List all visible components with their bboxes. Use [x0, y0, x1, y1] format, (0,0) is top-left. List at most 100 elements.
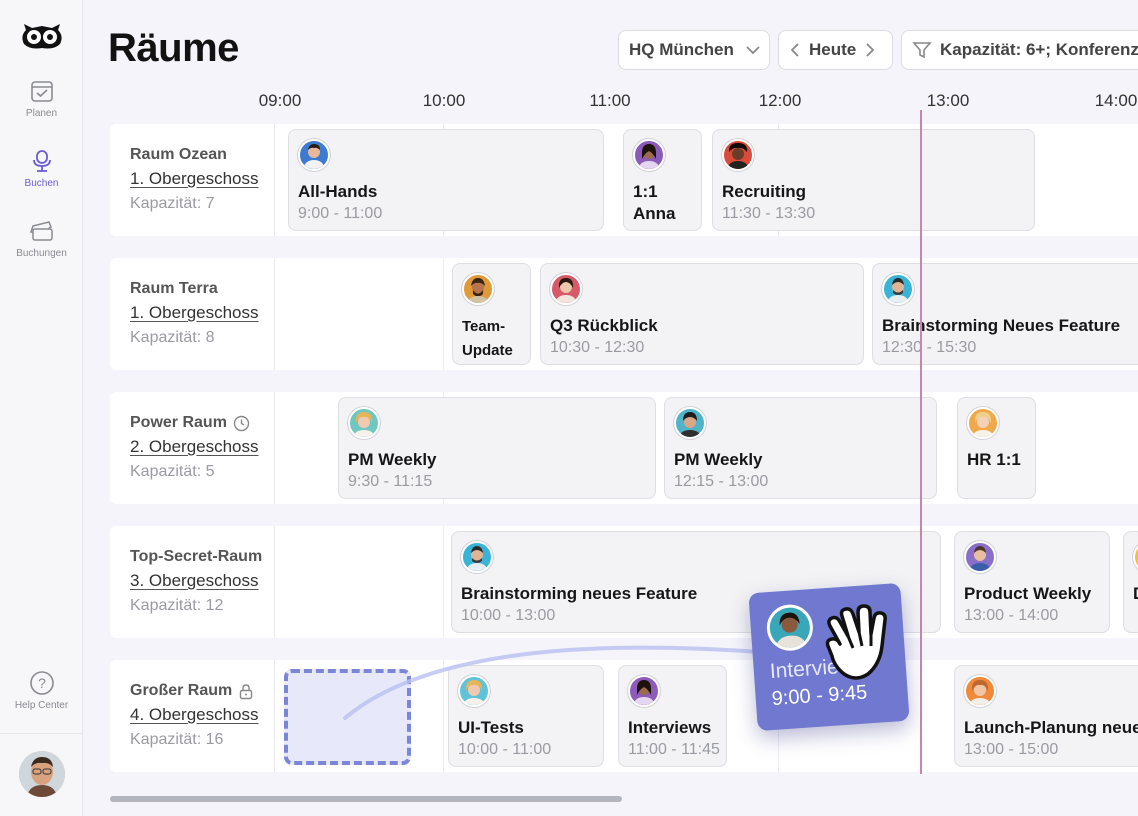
event-card[interactable]: Team-Update: [452, 263, 531, 365]
attendee-avatar: [550, 273, 582, 305]
hour-label: 09:00: [258, 91, 302, 110]
event-title: Recruiting: [722, 182, 807, 201]
room-capacity: Kapazität: 16: [130, 731, 224, 748]
attendee-avatar: [461, 541, 493, 573]
owl-logo-icon[interactable]: [18, 18, 66, 54]
event-time: 9:30 - 11:15: [348, 473, 433, 490]
room-capacity: Kapazität: 8: [130, 329, 215, 346]
room-name: Power Raum: [130, 414, 274, 432]
filter-icon: [912, 42, 932, 59]
location-dropdown[interactable]: HQ München: [618, 30, 770, 70]
event-time: 11:30 - 13:30: [722, 205, 816, 222]
room-floor-link[interactable]: 2. Obergeschoss: [130, 437, 274, 457]
horizontal-scrollbar[interactable]: [110, 796, 622, 802]
ticket-icon: [29, 221, 53, 241]
room-capacity: Kapazität: 12: [130, 597, 224, 614]
event-time: 9:00 - 11:00: [298, 205, 383, 222]
grid-line: [443, 526, 444, 638]
event-card[interactable]: PM Weekly 9:30 - 11:15: [338, 397, 656, 499]
date-navigator[interactable]: Heute: [778, 30, 893, 70]
event-card[interactable]: Product Weekly 13:00 - 14:00: [954, 531, 1110, 633]
location-label: HQ München: [629, 40, 734, 59]
current-time-indicator: [920, 110, 922, 774]
attendee-avatar: [674, 407, 706, 439]
page-title: Räume: [108, 26, 239, 70]
room-floor-link[interactable]: 3. Obergeschoss: [130, 571, 274, 591]
hour-label: 12:00: [758, 91, 802, 110]
room-floor-link[interactable]: 1. Obergeschoss: [130, 303, 274, 323]
filter-button[interactable]: Kapazität: 6+; Konferenz: [901, 30, 1138, 70]
nav-planen-label: Planen: [25, 108, 58, 119]
help-center-link[interactable]: ? Help Center: [0, 670, 83, 711]
event-card[interactable]: All-Hands 9:00 - 11:00: [288, 129, 604, 231]
event-title: HR 1:1: [967, 450, 1021, 469]
attendee-avatar: [722, 139, 754, 171]
attendee-avatar: [765, 603, 815, 653]
hour-label: 14:00: [1094, 91, 1138, 110]
chair-icon: [32, 150, 51, 172]
chevron-down-icon: [746, 46, 760, 55]
event-card[interactable]: PM Weekly 12:15 - 13:00: [664, 397, 937, 499]
nav-buchen-label: Buchen: [24, 178, 59, 189]
today-button[interactable]: Heute: [809, 40, 856, 60]
help-center-label: Help Center: [14, 700, 69, 711]
attendee-avatar: [298, 139, 330, 171]
event-title: Launch-Planung neue: [964, 718, 1138, 737]
clock-icon: [233, 415, 250, 431]
help-icon: ?: [29, 671, 54, 695]
attendee-avatar: [964, 675, 996, 707]
event-time: 12:15 - 13:00: [674, 473, 769, 490]
nav-planen[interactable]: Planen: [0, 78, 83, 119]
room-name-text: Raum Ozean: [130, 146, 227, 163]
event-title: 1:1 Anna: [633, 182, 676, 223]
event-card[interactable]: Q3 Rückblick 10:30 - 12:30: [540, 263, 864, 365]
attendee-avatar: [882, 273, 914, 305]
event-title: Q3 Rückblick: [550, 316, 658, 335]
chevron-right-icon[interactable]: [862, 41, 878, 59]
sidebar-divider: [0, 733, 83, 734]
room-name-text: Großer Raum: [130, 682, 233, 699]
attendee-avatar: [967, 407, 999, 439]
attendee-avatar: [633, 139, 665, 171]
room-info: Großer Raum 4. Obergeschoss Kapazität: 1…: [110, 660, 275, 772]
hour-label: 11:00: [589, 91, 631, 110]
event-card[interactable]: Launch-Planung neue 13:00 - 15:00: [954, 665, 1138, 767]
room-capacity: Kapazität: 5: [130, 463, 215, 480]
user-avatar[interactable]: [19, 751, 65, 797]
nav-buchen[interactable]: Buchen: [0, 148, 83, 189]
room-info: Top-Secret-Raum 3. Obergeschoss Kapazitä…: [110, 526, 275, 638]
svg-text:?: ?: [38, 675, 46, 691]
chevron-left-icon[interactable]: [787, 41, 803, 59]
room-name: Raum Terra: [130, 280, 274, 298]
room-row-top-secret: Top-Secret-Raum 3. Obergeschoss Kapazitä…: [110, 526, 1138, 638]
room-name: Raum Ozean: [130, 146, 274, 164]
hour-label: 10:00: [422, 91, 466, 110]
room-row-terra: Raum Terra 1. Obergeschoss Kapazität: 8 …: [110, 258, 1138, 370]
event-card[interactable]: HR 1:1: [957, 397, 1036, 499]
room-name-text: Top-Secret-Raum: [130, 548, 263, 565]
room-info: Raum Terra 1. Obergeschoss Kapazität: 8: [110, 258, 275, 370]
attendee-avatar: [964, 541, 996, 573]
drag-path: [343, 645, 762, 720]
room-info: Power Raum 2. Obergeschoss Kapazität: 5: [110, 392, 275, 504]
attendee-avatar: [1133, 541, 1138, 573]
room-name-text: Power Raum: [130, 414, 227, 431]
event-card[interactable]: Brainstorming Neues Feature 12:30 - 15:3…: [872, 263, 1138, 365]
event-card[interactable]: 1:1 Anna: [623, 129, 702, 231]
event-card[interactable]: Recruiting 11:30 - 13:30: [712, 129, 1035, 231]
room-row-power: Power Raum 2. Obergeschoss Kapazität: 5 …: [110, 392, 1138, 504]
event-time: 13:00 - 14:00: [964, 607, 1059, 624]
event-title: PM Weekly: [674, 450, 763, 469]
room-floor-link[interactable]: 1. Obergeschoss: [130, 169, 274, 189]
event-card[interactable]: D: [1123, 531, 1138, 633]
sidebar: Planen Buchen Buchungen ? Help Center: [0, 0, 83, 816]
event-title: D: [1133, 583, 1138, 605]
user-avatar-image: [19, 751, 65, 797]
room-name: Großer Raum: [130, 682, 274, 700]
lock-icon: [240, 683, 253, 699]
room-row-ozean: Raum Ozean 1. Obergeschoss Kapazität: 7 …: [110, 124, 1138, 236]
room-floor-link[interactable]: 4. Obergeschoss: [130, 705, 274, 725]
nav-buchungen[interactable]: Buchungen: [0, 218, 83, 259]
dragged-event-time: 9:00 - 9:45: [771, 681, 868, 711]
calendar-check-icon: [30, 81, 53, 102]
